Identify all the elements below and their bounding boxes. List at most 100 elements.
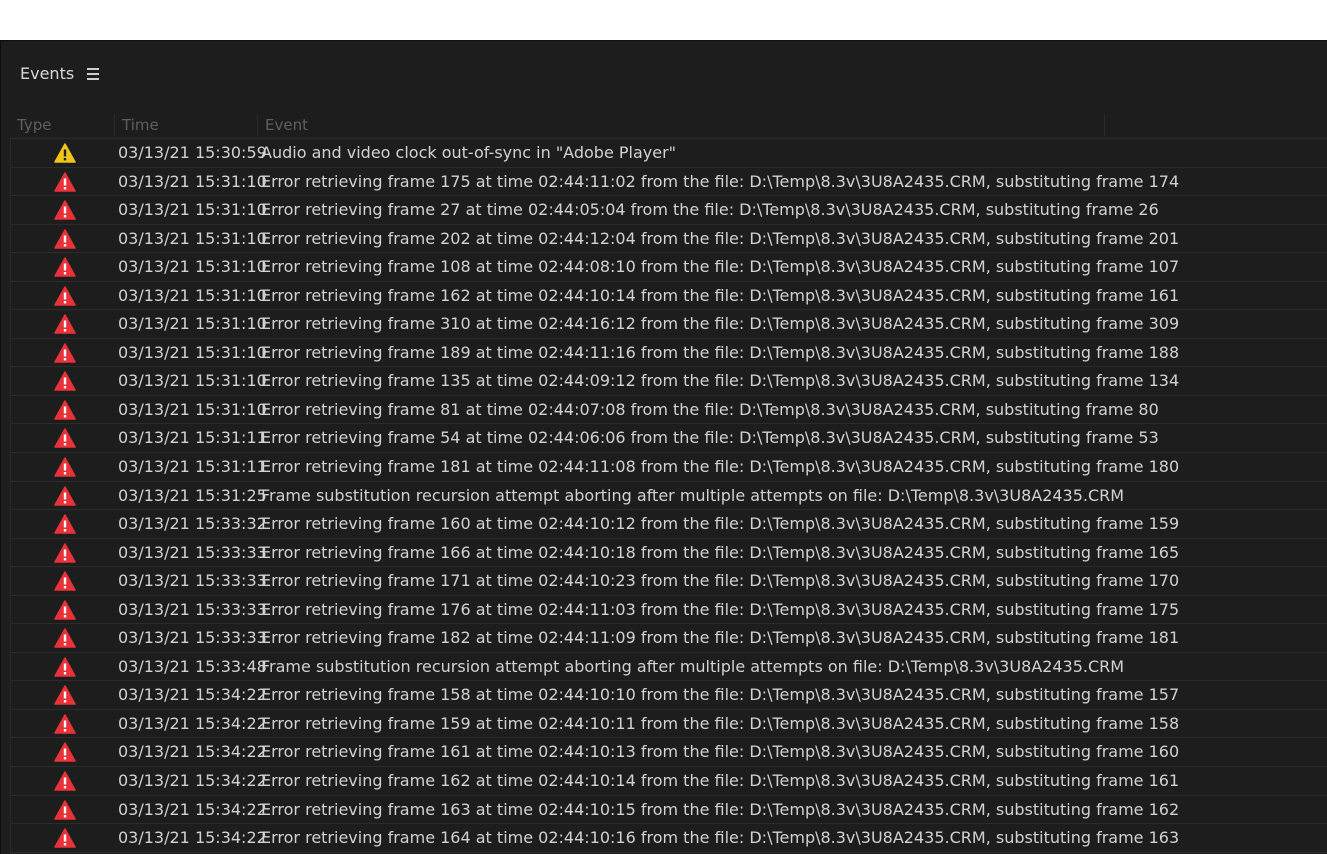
event-time: 03/13/21 15:31:10: [118, 228, 267, 248]
error-icon: [54, 714, 76, 734]
error-icon: [54, 428, 76, 449]
event-message: Error retrieving frame 160 at time 02:44…: [261, 514, 1180, 534]
event-time: 03/13/21 15:33:33: [118, 571, 267, 591]
event-row[interactable]: 03/13/21 15:31:10 Error retrieving frame …: [11, 282, 1327, 311]
event-message: Error retrieving frame 166 at time 02:44…: [261, 542, 1180, 562]
event-row[interactable]: 03/13/21 15:31:10 Error retrieving frame …: [11, 396, 1327, 425]
error-icon: [54, 200, 76, 220]
event-time: 03/13/21 15:31:11: [118, 428, 267, 448]
event-row[interactable]: 03/13/21 15:34:22 Error retrieving frame …: [11, 710, 1327, 739]
event-time: 03/13/21 15:34:22: [118, 742, 267, 762]
event-message: Error retrieving frame 54 at time 02:44:…: [261, 428, 1159, 448]
error-icon: [54, 514, 76, 534]
event-row[interactable]: 03/13/21 15:31:10 Error retrieving frame …: [11, 225, 1327, 254]
event-row[interactable]: 03/13/21 15:33:48 Frame substitution recu…: [11, 653, 1327, 682]
error-icon: [54, 628, 76, 649]
event-row[interactable]: 03/13/21 15:34:22 Error retrieving frame …: [11, 767, 1327, 796]
error-icon: [54, 171, 76, 192]
error-icon: [54, 228, 76, 249]
event-message: Error retrieving frame 182 at time 02:44…: [261, 628, 1180, 648]
error-icon: [54, 400, 76, 420]
event-row[interactable]: 03/13/21 15:33:33 Error retrieving frame …: [11, 539, 1327, 568]
event-time: 03/13/21 15:34:22: [118, 799, 267, 819]
error-icon: [54, 771, 76, 791]
error-icon: [54, 742, 76, 763]
event-row[interactable]: 03/13/21 15:34:22 Error retrieving frame …: [11, 796, 1327, 825]
event-time: 03/13/21 15:33:33: [118, 628, 267, 648]
event-time: 03/13/21 15:34:22: [118, 771, 267, 791]
event-time: 03/13/21 15:31:10: [118, 314, 267, 334]
event-time: 03/13/21 15:31:11: [118, 457, 267, 477]
event-message: Error retrieving frame 161 at time 02:44…: [261, 742, 1180, 762]
event-time: 03/13/21 15:34:22: [118, 828, 267, 848]
event-time: 03/13/21 15:33:33: [118, 542, 267, 562]
error-icon: [54, 799, 76, 820]
event-time: 03/13/21 15:31:10: [118, 200, 267, 220]
panel-header: Events: [1, 41, 1327, 107]
event-time: 03/13/21 15:31:10: [118, 342, 267, 362]
error-icon: [54, 371, 76, 392]
error-icon: [54, 657, 76, 677]
event-message: Error retrieving frame 27 at time 02:44:…: [261, 200, 1159, 220]
event-time: 03/13/21 15:31:10: [118, 257, 267, 277]
event-message: Error retrieving frame 162 at time 02:44…: [261, 285, 1180, 305]
event-time: 03/13/21 15:34:22: [118, 685, 267, 705]
events-list[interactable]: 03/13/21 15:30:59 Audio and video clock o…: [10, 139, 1327, 854]
event-time: 03/13/21 15:30:59: [118, 143, 267, 162]
event-row[interactable]: 03/13/21 15:31:10 Error retrieving frame …: [11, 168, 1327, 197]
event-row[interactable]: 03/13/21 15:33:33 Error retrieving frame …: [11, 567, 1327, 596]
event-message: Error retrieving frame 135 at time 02:44…: [261, 371, 1180, 391]
error-icon: [54, 485, 76, 506]
event-time: 03/13/21 15:33:32: [118, 514, 267, 534]
event-message: Audio and video clock out-of-sync in "Ad…: [261, 143, 677, 162]
event-message: Error retrieving frame 189 at time 02:44…: [261, 342, 1180, 362]
column-header-row: Type Time Event: [10, 114, 1327, 139]
error-icon: [54, 571, 76, 591]
event-row[interactable]: 03/13/21 15:30:59 Audio and video clock o…: [11, 139, 1327, 168]
event-row[interactable]: 03/13/21 15:34:22 Error retrieving frame …: [11, 824, 1327, 853]
event-message: Error retrieving frame 176 at time 02:44…: [261, 599, 1180, 619]
event-row[interactable]: 03/13/21 15:31:10 Error retrieving frame …: [11, 339, 1327, 368]
event-message: Error retrieving frame 181 at time 02:44…: [261, 457, 1180, 477]
event-row[interactable]: 03/13/21 15:34:22 Error retrieving frame …: [11, 681, 1327, 710]
event-message: Error retrieving frame 202 at time 02:44…: [261, 228, 1180, 248]
event-row[interactable]: 03/13/21 15:33:33 Error retrieving frame …: [11, 596, 1327, 625]
error-icon: [54, 828, 76, 848]
event-time: 03/13/21 15:31:10: [118, 371, 267, 391]
event-row[interactable]: 03/13/21 15:31:10 Error retrieving frame …: [11, 310, 1327, 339]
event-time: 03/13/21 15:31:10: [118, 171, 267, 191]
error-icon: [54, 542, 76, 563]
panel-title[interactable]: Events: [20, 64, 74, 84]
event-row[interactable]: 03/13/21 15:31:11 Error retrieving frame …: [11, 424, 1327, 454]
event-message: Error retrieving frame 163 at time 02:44…: [261, 799, 1180, 819]
event-time: 03/13/21 15:31:25: [118, 485, 267, 505]
event-row[interactable]: 03/13/21 15:31:11 Error retrieving frame …: [11, 453, 1327, 482]
event-row[interactable]: 03/13/21 15:33:33 Error retrieving frame …: [11, 624, 1327, 653]
column-header-event[interactable]: Event: [258, 114, 1105, 136]
event-row[interactable]: 03/13/21 15:34:22 Error retrieving frame …: [11, 738, 1327, 768]
event-row[interactable]: 03/13/21 15:33:32 Error retrieving frame …: [11, 510, 1327, 539]
event-message: Error retrieving frame 164 at time 02:44…: [261, 828, 1180, 848]
column-header-type[interactable]: Type: [10, 114, 115, 136]
event-message: Error retrieving frame 81 at time 02:44:…: [261, 399, 1159, 419]
event-message: Error retrieving frame 159 at time 02:44…: [261, 713, 1180, 733]
event-time: 03/13/21 15:33:33: [118, 599, 267, 619]
event-row[interactable]: 03/13/21 15:31:25 Frame substitution recu…: [11, 482, 1327, 511]
event-row[interactable]: 03/13/21 15:31:10 Error retrieving frame …: [11, 367, 1327, 396]
event-time: 03/13/21 15:31:10: [118, 285, 267, 305]
panel-menu-icon[interactable]: [87, 65, 101, 83]
event-message: Error retrieving frame 108 at time 02:44…: [261, 257, 1180, 277]
event-message: Error retrieving frame 162 at time 02:44…: [261, 771, 1180, 791]
event-message: Error retrieving frame 171 at time 02:44…: [261, 571, 1180, 591]
column-header-time[interactable]: Time: [115, 114, 258, 136]
warning-icon: [54, 143, 76, 163]
event-time: 03/13/21 15:33:48: [118, 656, 267, 676]
error-icon: [54, 285, 76, 306]
event-message: Frame substitution recursion attempt abo…: [261, 656, 1125, 676]
event-time: 03/13/21 15:34:22: [118, 713, 267, 733]
event-row[interactable]: 03/13/21 15:31:10 Error retrieving frame …: [11, 253, 1327, 282]
error-icon: [54, 257, 76, 277]
error-icon: [54, 314, 76, 335]
error-icon: [54, 685, 76, 706]
event-row[interactable]: 03/13/21 15:31:10 Error retrieving frame …: [11, 196, 1327, 225]
